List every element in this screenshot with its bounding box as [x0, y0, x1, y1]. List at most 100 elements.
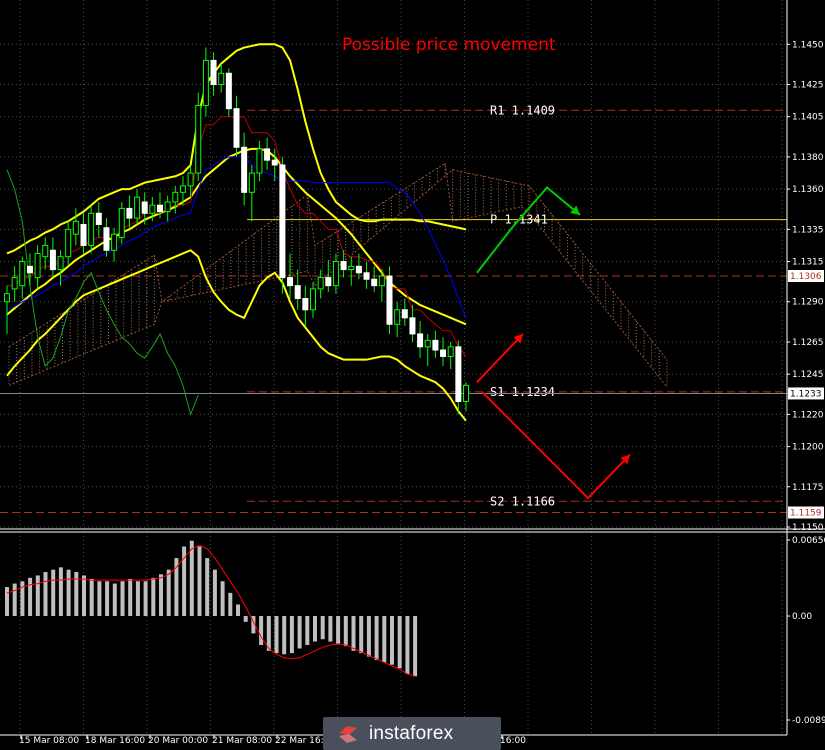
- candle-body: [218, 72, 225, 86]
- macd-bar: [374, 616, 379, 661]
- candle-body: [80, 224, 87, 246]
- macd-bar: [143, 581, 148, 617]
- macd-bar: [413, 616, 418, 677]
- macd-bar: [5, 587, 9, 617]
- macd-panel: 0.00656 0.00 -0.00897: [0, 536, 825, 736]
- price-tick-label: 1.1380: [792, 153, 824, 163]
- candle-body: [440, 349, 447, 357]
- macd-bar: [259, 616, 264, 646]
- price-tick-label: 1.1450: [792, 40, 824, 50]
- candle-body: [26, 265, 33, 274]
- macd-bar: [43, 571, 48, 617]
- candle-body: [248, 172, 255, 193]
- price-tick-label: 1.1245: [792, 370, 824, 380]
- macd-bar: [405, 616, 410, 674]
- candle-body: [172, 191, 179, 203]
- candle-body: [386, 275, 393, 325]
- candle-body: [363, 272, 370, 280]
- candle-body: [164, 201, 171, 213]
- candle-body: [256, 148, 263, 174]
- candle-body: [432, 339, 439, 351]
- candle-body: [348, 265, 355, 271]
- price-axis: 1.1450 1.1425 1.1405 1.1380 1.1360 1.1335 1.13…: [0, 0, 825, 750]
- candle-body: [264, 148, 271, 161]
- candle-body: [141, 201, 148, 214]
- candle-body: [195, 104, 202, 174]
- macd-bar: [197, 546, 202, 617]
- macd-bar: [382, 616, 387, 663]
- instaforex-logo: instaforex: [323, 717, 501, 750]
- forecast-arrow-line: [476, 333, 524, 383]
- macd-bar: [320, 616, 325, 640]
- pivot-label-r1: R1 1.1409: [490, 103, 555, 117]
- time-tick-label: 15 Mar 08:00: [19, 736, 79, 746]
- macd-bar: [205, 558, 210, 617]
- candle-body: [455, 346, 462, 402]
- pivot-label-s1: S1 1.1234: [490, 385, 555, 399]
- candle-body: [88, 212, 95, 246]
- macd-bar: [105, 581, 110, 617]
- candle-body: [57, 256, 64, 271]
- macd-bar: [336, 616, 341, 644]
- macd-bar: [328, 616, 333, 642]
- candle-body: [65, 228, 72, 258]
- macd-bar: [120, 581, 125, 617]
- forecast-arrows: [476, 186, 631, 500]
- macd-bar: [151, 577, 156, 617]
- candle-body: [241, 146, 248, 193]
- macd-bar: [166, 569, 171, 617]
- macd-bar: [390, 616, 394, 665]
- instaforex-logo-icon: [337, 723, 359, 745]
- macd-bar: [313, 616, 317, 642]
- candle-body: [134, 196, 141, 219]
- macd-bar: [66, 569, 71, 617]
- price-tick-label: 1.1290: [792, 298, 824, 308]
- candle-body: [463, 384, 469, 402]
- macd-bar: [236, 604, 240, 617]
- price-tick-label: 1.1360: [792, 185, 824, 195]
- price-tick-label: 1.1425: [792, 81, 824, 91]
- candle-body: [202, 59, 209, 106]
- candle-body: [95, 212, 102, 226]
- candle-body: [233, 108, 240, 148]
- macd-bar: [58, 567, 63, 617]
- candle-body: [126, 207, 133, 219]
- candle-body: [317, 277, 324, 290]
- price-tick-label: 1.1335: [792, 225, 824, 235]
- macd-bar: [97, 581, 102, 617]
- price-tag-label: 1.1233: [790, 389, 822, 399]
- macd-bar: [351, 616, 356, 651]
- time-tick-label: 20 Mar 00:00: [148, 736, 208, 746]
- price-tick-label: 1.1315: [792, 258, 824, 268]
- macd-bar: [135, 581, 140, 617]
- candle-body: [187, 172, 194, 187]
- candle-body: [157, 204, 163, 213]
- macd-bar: [397, 616, 402, 669]
- macd-bar: [89, 578, 94, 617]
- candle-body: [19, 261, 26, 287]
- price-tick-label: 1.1200: [792, 443, 824, 453]
- chart-title: Possible price movement: [342, 35, 556, 55]
- candle-body: [49, 249, 56, 271]
- price-tag-label: 1.1306: [790, 272, 822, 282]
- candle-body: [111, 233, 118, 251]
- macd-bar: [220, 581, 225, 617]
- macd-tick-label: 0.00: [792, 612, 812, 622]
- macd-bar: [159, 574, 163, 617]
- price-tick-label: 1.1405: [792, 113, 824, 123]
- time-tick-label: 21 Mar 08:00: [212, 736, 272, 746]
- macd-bar: [359, 616, 364, 654]
- candle-body: [179, 185, 186, 193]
- candle-body: [447, 346, 454, 357]
- time-tick-label: 16:00: [500, 736, 526, 746]
- macd-bar: [12, 583, 17, 617]
- macd-bar: [189, 540, 194, 617]
- macd-bar: [228, 592, 233, 617]
- macd-bar: [112, 583, 117, 617]
- macd-bar: [28, 577, 33, 617]
- candle-body: [409, 317, 416, 335]
- candle-body: [302, 298, 309, 311]
- candle-body: [310, 288, 316, 311]
- candle-body: [287, 277, 294, 287]
- candle-body: [355, 265, 362, 274]
